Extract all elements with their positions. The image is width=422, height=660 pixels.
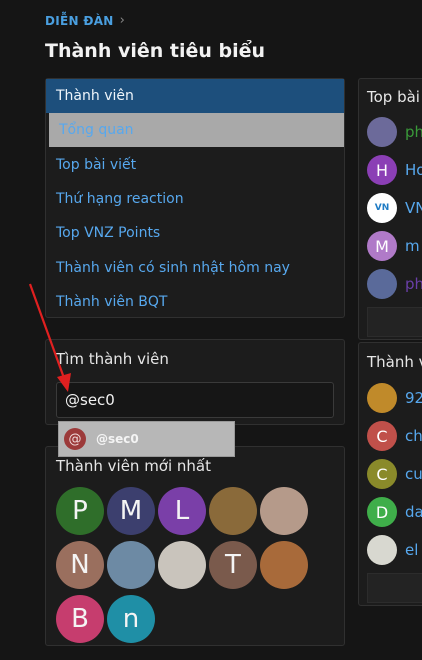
list-item[interactable]: D da — [367, 497, 422, 527]
avatar — [367, 269, 397, 299]
find-member-block: Tìm thành viên @sec0 — [45, 339, 345, 425]
find-member-title: Tìm thành viên — [56, 350, 169, 368]
avatar: M — [367, 231, 397, 261]
avatar[interactable] — [158, 541, 206, 589]
list-item[interactable]: C cu — [367, 459, 422, 489]
avatar[interactable]: N — [56, 541, 104, 589]
avatar[interactable] — [260, 487, 308, 535]
block-footer-link[interactable] — [367, 307, 422, 337]
member-name[interactable]: VN — [405, 199, 422, 217]
vnzoom-logo-avatar: VN — [367, 193, 397, 223]
menu-item-birthdays[interactable]: Thành viên có sinh nhật hôm nay — [46, 251, 344, 285]
member-name[interactable]: ch — [405, 427, 422, 445]
member-name[interactable]: el — [405, 541, 418, 559]
newest-members-title: Thành viên mới nhất — [56, 457, 212, 475]
menu-item-top-posts[interactable]: Top bài viết — [46, 148, 344, 182]
avatar[interactable]: M — [107, 487, 155, 535]
top-posts-block: Top bài ph H Ho VN VN M m ph — [358, 78, 422, 340]
menu-item-vnz-points[interactable]: Top VNZ Points — [46, 216, 344, 250]
avatar[interactable]: L — [158, 487, 206, 535]
list-item[interactable]: H Ho — [367, 155, 422, 185]
member-name[interactable]: 92 — [405, 389, 422, 407]
avatar[interactable]: n — [107, 595, 155, 643]
top-posts-title: Top bài — [367, 88, 420, 106]
breadcrumb[interactable]: DIỄN ĐÀN › — [45, 13, 125, 28]
list-item[interactable]: ph — [367, 117, 422, 147]
suggestion-avatar: @ — [64, 428, 86, 450]
chevron-right-icon: › — [119, 13, 126, 28]
menu-item-members[interactable]: Thành viên — [46, 79, 344, 113]
avatar[interactable] — [107, 541, 155, 589]
members-menu: Thành viên Tổng quan Top bài viết Thứ hạ… — [45, 78, 345, 318]
avatar[interactable] — [260, 541, 308, 589]
block-footer-link[interactable] — [367, 573, 422, 603]
member-name[interactable]: cu — [405, 465, 422, 483]
newest-members-block: Thành viên mới nhất P M L N T B n — [45, 446, 345, 646]
suggestion-name: @sec0 — [96, 432, 139, 446]
list-item[interactable]: VN VN — [367, 193, 422, 223]
member-name[interactable]: ph — [405, 123, 422, 141]
member-name[interactable]: da — [405, 503, 422, 521]
autocomplete-suggestion[interactable]: @ @sec0 — [58, 421, 235, 457]
members-panel-title: Thành v — [367, 353, 422, 371]
avatar[interactable] — [209, 487, 257, 535]
avatar: C — [367, 459, 397, 489]
avatar — [367, 535, 397, 565]
list-item[interactable]: el — [367, 535, 418, 565]
avatar[interactable]: T — [209, 541, 257, 589]
avatar — [367, 117, 397, 147]
list-item[interactable]: C ch — [367, 421, 422, 451]
avatar[interactable]: P — [56, 487, 104, 535]
avatar[interactable]: B — [56, 595, 104, 643]
member-name[interactable]: ph — [405, 275, 422, 293]
breadcrumb-forums-link[interactable]: DIỄN ĐÀN — [45, 14, 114, 28]
list-item[interactable]: ph — [367, 269, 422, 299]
member-name[interactable]: m — [405, 237, 420, 255]
avatar: H — [367, 155, 397, 185]
list-item[interactable]: 92 — [367, 383, 422, 413]
page-title: Thành viên tiêu biểu — [45, 40, 266, 62]
members-panel-block: Thành v 92 C ch C cu D da el — [358, 342, 422, 606]
menu-item-reaction-rank[interactable]: Thứ hạng reaction — [46, 182, 344, 216]
menu-item-overview[interactable]: Tổng quan — [49, 113, 344, 147]
find-member-input[interactable]: @sec0 — [56, 382, 334, 418]
avatar: C — [367, 421, 397, 451]
menu-item-staff[interactable]: Thành viên BQT — [46, 285, 344, 319]
avatar: D — [367, 497, 397, 527]
list-item[interactable]: M m — [367, 231, 420, 261]
member-name[interactable]: Ho — [405, 161, 422, 179]
avatar — [367, 383, 397, 413]
